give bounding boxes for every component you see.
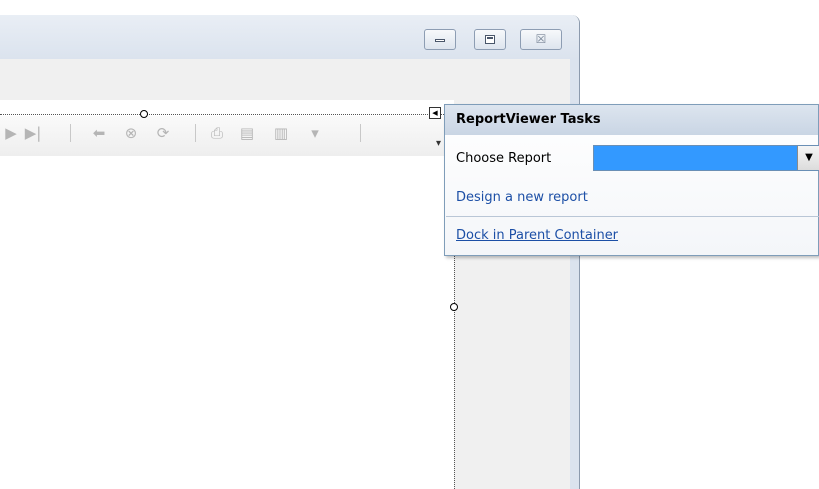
minimize-button[interactable] [424,29,456,50]
resize-handle-right[interactable] [450,303,458,311]
reportviewer-tasks-panel: ReportViewer Tasks Choose Report ▼ Desig… [444,104,819,256]
report-viewer-control[interactable] [0,100,454,489]
last-page-icon[interactable]: ▶| [24,124,42,142]
choose-report-select[interactable]: ▼ [593,145,819,171]
toolbar-separator [70,124,71,142]
choose-report-label: Choose Report [456,151,552,166]
page-setup-icon[interactable]: ▥ [272,124,290,142]
dock-in-parent-container-link[interactable]: Dock in Parent Container [456,228,618,243]
chevron-down-icon[interactable]: ▼ [797,146,819,170]
print-layout-icon[interactable]: ▤ [238,124,256,142]
tasks-divider [446,216,819,217]
export-icon[interactable]: ▾ [306,124,324,142]
toolbar-overflow-icon[interactable]: ▾ [436,137,444,151]
resize-handle-top[interactable] [140,110,148,118]
design-new-report-link[interactable]: Design a new report [456,190,588,205]
maximize-button[interactable] [474,29,506,50]
toolbar-separator [195,124,196,142]
back-icon[interactable]: ⬅ [90,124,108,142]
toolbar-separator [360,124,361,142]
stop-icon[interactable]: ⊗ [122,124,140,142]
tasks-title: ReportViewer Tasks [456,112,601,127]
maximize-icon [485,35,495,44]
close-button[interactable]: ☒ [520,29,562,50]
print-icon[interactable]: ⎙ [208,124,226,142]
next-page-icon[interactable]: ▶ [2,124,20,142]
selection-border-top [0,114,454,115]
minimize-icon [435,39,445,42]
tasks-header: ReportViewer Tasks [445,105,818,135]
close-icon: ☒ [535,32,547,46]
window-titlebar[interactable]: ☒ [0,15,579,59]
smart-tag-glyph[interactable]: ◀ [429,107,441,119]
refresh-icon[interactable]: ⟳ [154,124,172,142]
